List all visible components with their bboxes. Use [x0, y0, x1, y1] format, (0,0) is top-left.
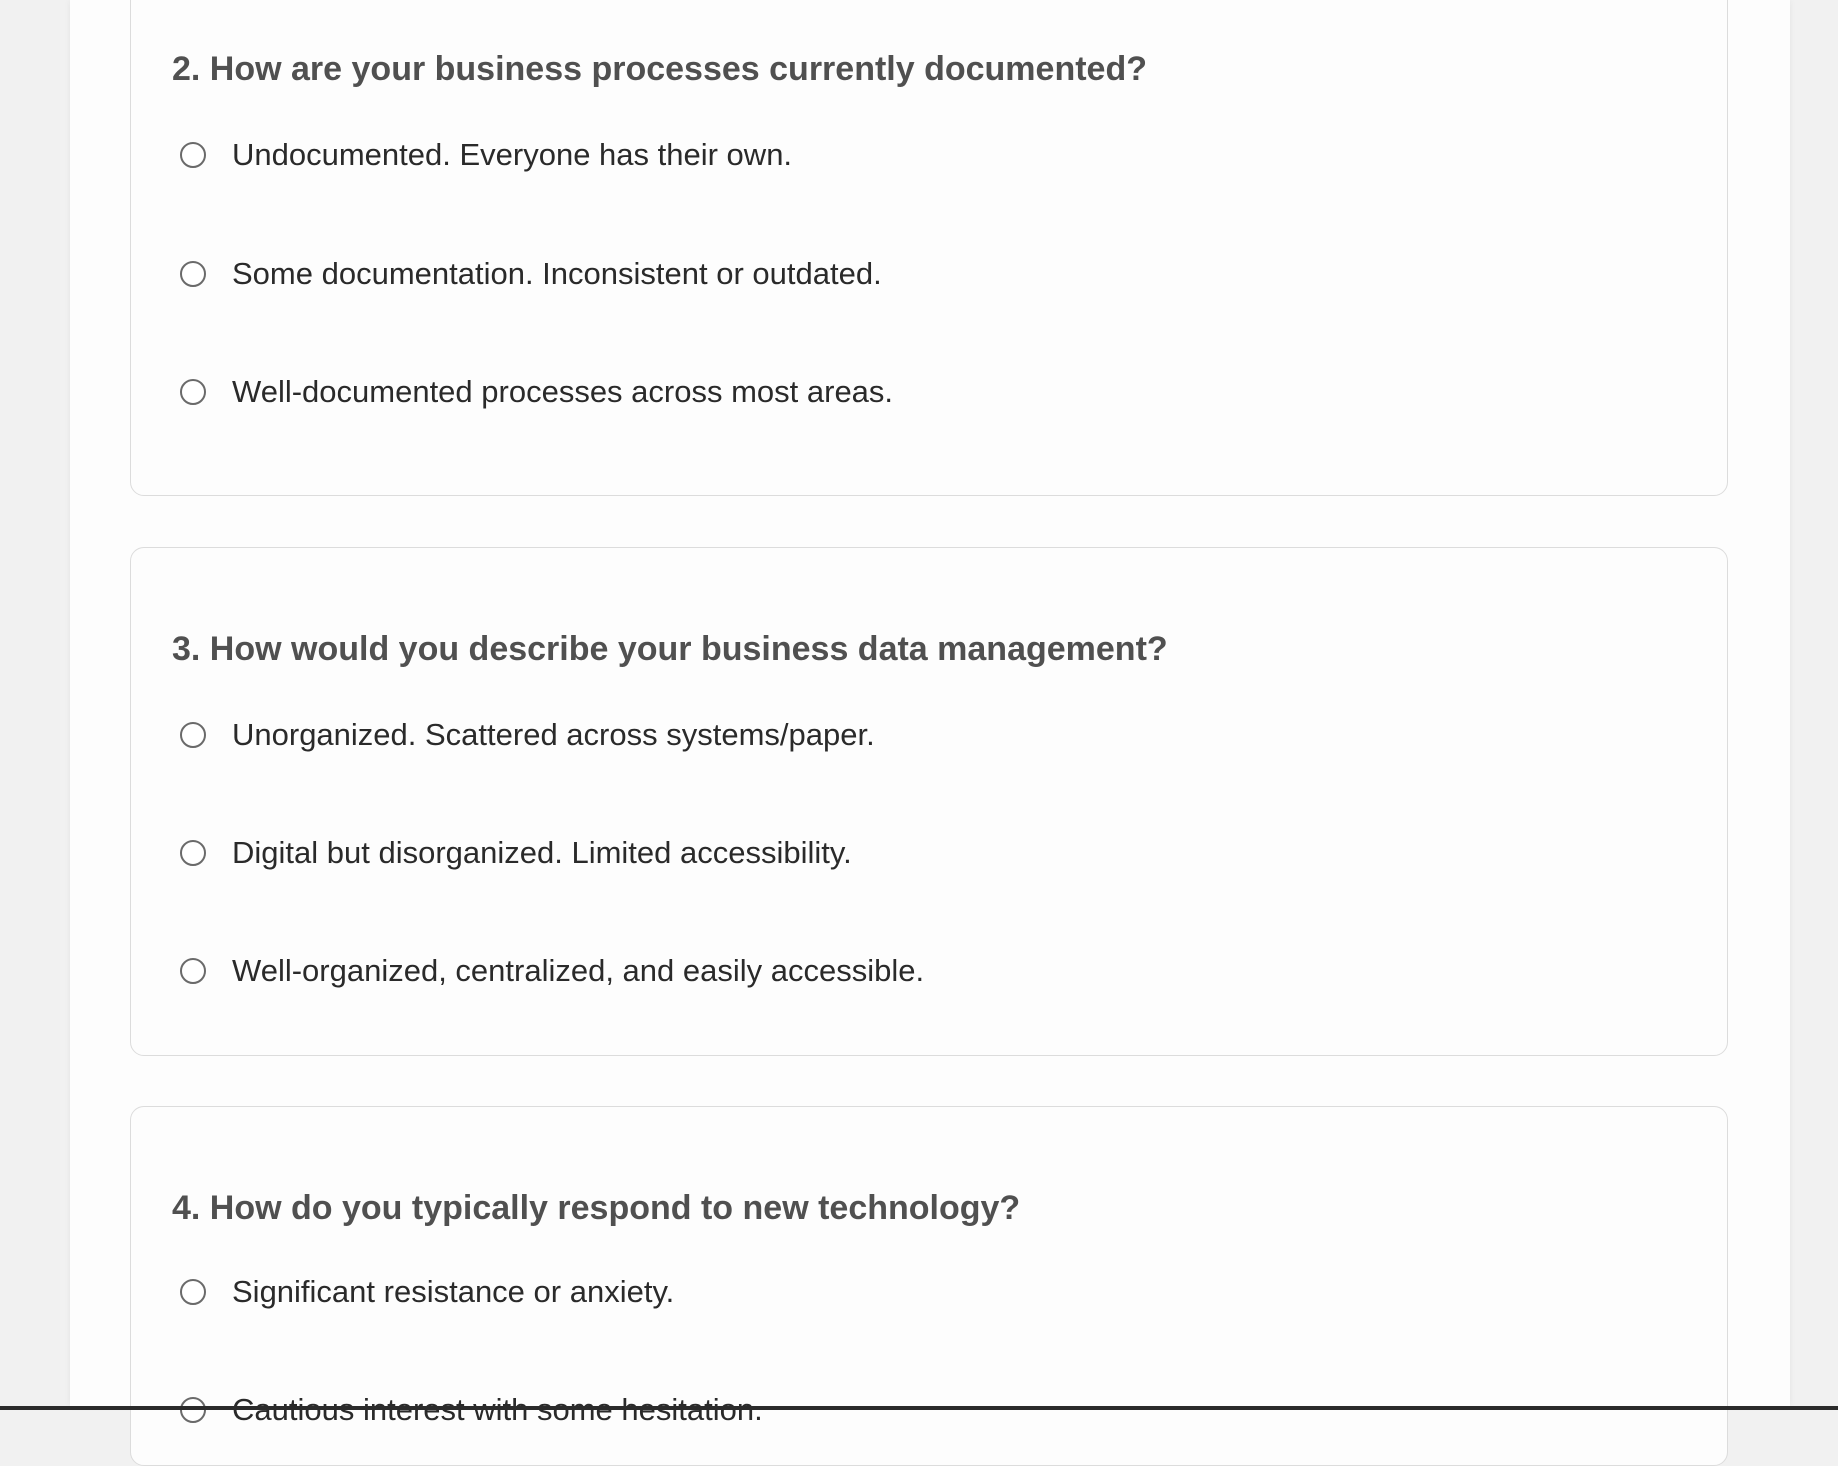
- radio-option[interactable]: Significant resistance or anxiety.: [180, 1272, 674, 1312]
- question-title: 4. How do you typically respond to new t…: [172, 1189, 1021, 1227]
- option-label: Unorganized. Scattered across systems/pa…: [232, 717, 875, 752]
- radio-option[interactable]: Well-organized, centralized, and easily …: [180, 951, 924, 991]
- question-title: 2. How are your business processes curre…: [172, 50, 1147, 88]
- radio-button-icon[interactable]: [180, 142, 206, 168]
- radio-button-icon[interactable]: [180, 1397, 206, 1423]
- survey-page: 2. How are your business processes curre…: [70, 0, 1790, 1466]
- radio-option[interactable]: Unorganized. Scattered across systems/pa…: [180, 715, 875, 755]
- radio-button-icon[interactable]: [180, 261, 206, 287]
- radio-button-icon[interactable]: [180, 958, 206, 984]
- option-label: Significant resistance or anxiety.: [232, 1274, 675, 1309]
- window-bottom-edge: [0, 1406, 1838, 1410]
- question-card-3: 3. How would you describe your business …: [130, 547, 1728, 1056]
- option-label: Well-organized, centralized, and easily …: [232, 953, 925, 988]
- radio-option[interactable]: Some documentation. Inconsistent or outd…: [180, 254, 882, 294]
- radio-option[interactable]: Well-documented processes across most ar…: [180, 372, 893, 412]
- radio-button-icon[interactable]: [180, 379, 206, 405]
- radio-button-icon[interactable]: [180, 840, 206, 866]
- question-title: 3. How would you describe your business …: [172, 630, 1168, 668]
- radio-option[interactable]: Digital but disorganized. Limited access…: [180, 833, 852, 873]
- radio-option[interactable]: Undocumented. Everyone has their own.: [180, 135, 792, 175]
- option-label: Digital but disorganized. Limited access…: [232, 835, 852, 870]
- radio-button-icon[interactable]: [180, 1279, 206, 1305]
- radio-option[interactable]: Cautious interest with some hesitation.: [180, 1390, 763, 1430]
- option-label: Some documentation. Inconsistent or outd…: [232, 256, 882, 291]
- question-card-2: 2. How are your business processes curre…: [130, 0, 1728, 496]
- option-label: Well-documented processes across most ar…: [232, 374, 894, 409]
- option-label: Cautious interest with some hesitation.: [232, 1392, 763, 1428]
- question-card-4: 4. How do you typically respond to new t…: [130, 1106, 1728, 1466]
- option-label: Undocumented. Everyone has their own.: [232, 137, 793, 172]
- radio-button-icon[interactable]: [180, 722, 206, 748]
